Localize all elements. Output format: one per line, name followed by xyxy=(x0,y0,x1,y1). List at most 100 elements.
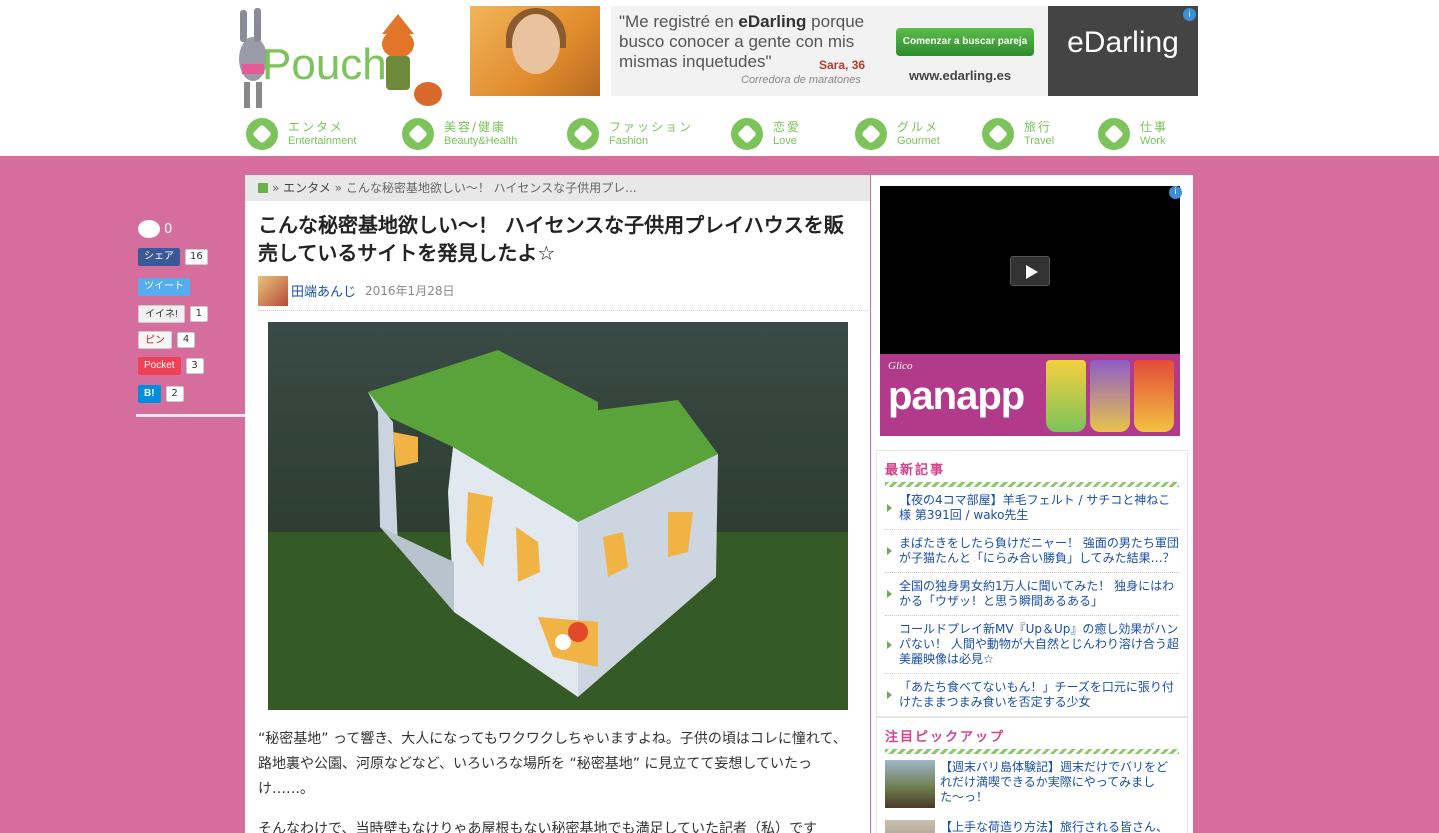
facebook-share-button[interactable]: シェア xyxy=(138,248,180,266)
article-title: こんな秘密基地欲しい〜！ ハイセンスな子供用プレイハウスを販売しているサイトを発… xyxy=(258,213,844,265)
article-link[interactable]: 「あたち食べてないもん！」チーズを口元に張り付けたままつまみ食いを否定する少女 xyxy=(899,680,1174,709)
section-title: 最新記事 xyxy=(885,463,946,478)
article-hero-image xyxy=(268,322,848,710)
ad-url[interactable]: www.edarling.es xyxy=(909,68,1011,83)
briefcase-icon xyxy=(1098,118,1130,150)
product-cup-image xyxy=(1046,360,1086,432)
pin-button[interactable]: ピン xyxy=(138,331,172,349)
nav-beauty-health[interactable]: 美容/健康 Beauty&Health xyxy=(402,116,517,152)
list-item[interactable]: 「あたち食べてないもん！」チーズを口元に張り付けたままつまみ食いを否定する少女 xyxy=(885,674,1179,716)
mixi-like[interactable]: イイネ! 1 xyxy=(138,305,208,323)
nav-label-jp: ファッション xyxy=(609,120,694,134)
article-link[interactable]: 【週末バリ島体験記】週末だけでバリをどれだけ満喫できるか実際にやってみました〜っ… xyxy=(940,760,1179,808)
hatena-button[interactable]: B! xyxy=(138,385,161,403)
hatena-bookmark[interactable]: B! 2 xyxy=(138,385,184,403)
breadcrumb-separator: » xyxy=(272,181,280,195)
latest-articles: 最新記事 【夜の4コマ部屋】羊毛フェルト / サチコと神ねこ様 第391回 / … xyxy=(876,450,1188,717)
twitter-share[interactable]: ツイート xyxy=(138,278,190,296)
globe-icon xyxy=(982,118,1014,150)
top-banner-ad[interactable]: "Me registré en eDarling porque busco co… xyxy=(470,6,1198,96)
article: » エンタメ » こんな秘密基地欲しい〜！ ハイセンスな子供用プレ... こんな… xyxy=(245,175,870,833)
nav-label-jp: 仕事 xyxy=(1140,120,1169,134)
shirt-icon xyxy=(567,118,599,150)
list-item[interactable]: まばたきをしたら負けだニャー！ 強面の男たち軍団が子猫たんと「にらみ合い勝負」し… xyxy=(885,530,1179,573)
ad-info-icon[interactable]: i xyxy=(1183,8,1196,21)
ad-person: Sara, 36 xyxy=(819,58,866,72)
nav-label-jp: 旅行 xyxy=(1024,120,1053,134)
nav-label-en: Gourmet xyxy=(897,135,940,147)
article-link[interactable]: 【夜の4コマ部屋】羊毛フェルト / サチコと神ねこ様 第391回 / wako先… xyxy=(899,493,1170,522)
breadcrumb-current: こんな秘密基地欲しい〜！ ハイセンスな子供用プレ... xyxy=(345,181,637,195)
comment-count[interactable]: 0 xyxy=(138,220,172,238)
nav-label-en: Travel xyxy=(1024,135,1055,147)
ad-banner[interactable]: Glico panapp xyxy=(880,354,1180,436)
home-icon[interactable] xyxy=(258,183,268,193)
product-cup-image xyxy=(1090,360,1130,432)
list-item[interactable]: 【週末バリ島体験記】週末だけでバリをどれだけ満喫できるか実際にやってみました〜っ… xyxy=(885,754,1179,814)
pickup-articles: 注目ピックアップ 【週末バリ島体験記】週末だけでバリをどれだけ満喫できるか実際に… xyxy=(876,717,1188,833)
share-count: 16 xyxy=(185,249,208,265)
pocket-button[interactable]: Pocket xyxy=(138,357,181,375)
play-button-icon[interactable] xyxy=(1010,256,1050,286)
logo-text: Pouch xyxy=(262,40,387,89)
product-cup-image xyxy=(1134,360,1174,432)
leaf-icon xyxy=(402,118,434,150)
author-avatar[interactable] xyxy=(258,275,288,306)
nav-label-jp: エンタメ xyxy=(288,120,344,134)
article-link[interactable]: コールドプレイ新MV『Up＆Up』の癒し効果がハンパない！ 人間や動物が大自然と… xyxy=(899,622,1179,666)
breadcrumb-category[interactable]: エンタメ xyxy=(283,175,331,201)
nav-fashion[interactable]: ファッション Fashion xyxy=(567,116,693,152)
ad-brand: panapp xyxy=(888,374,1025,418)
share-count: 4 xyxy=(177,332,195,348)
fork-knife-icon xyxy=(855,118,887,150)
comment-count-value: 0 xyxy=(164,221,173,237)
publish-date: 2016年1月28日 xyxy=(365,284,455,298)
ad-brand-logo[interactable]: eDarling xyxy=(1048,6,1198,96)
mixi-like-button[interactable]: イイネ! xyxy=(138,305,185,323)
nav-label-jp: 美容/健康 xyxy=(444,120,507,134)
category-nav: エンタメ Entertainment 美容/健康 Beauty&Health ファッ… xyxy=(246,116,1186,152)
share-count: 3 xyxy=(185,358,204,374)
nav-label-en: Fashion xyxy=(609,135,649,147)
heart-icon xyxy=(731,118,763,150)
nav-work[interactable]: 仕事 Work xyxy=(1098,116,1168,152)
nav-love[interactable]: 恋愛 Love xyxy=(731,116,801,152)
ad-info-icon[interactable]: i xyxy=(1169,186,1182,199)
tweet-button[interactable]: ツイート xyxy=(138,278,190,296)
pinterest-pin[interactable]: ピン 4 xyxy=(138,331,195,349)
pocket-save[interactable]: Pocket 3 xyxy=(138,357,204,375)
ad-cta-button[interactable]: Comenzar a buscar pareja xyxy=(896,28,1034,56)
site-header: Pouch "Me registré en eDarling porque bu… xyxy=(0,0,1439,156)
facebook-share[interactable]: シェア 16 xyxy=(138,248,208,266)
divider xyxy=(136,414,250,417)
thumbnail[interactable] xyxy=(885,820,935,833)
ad-brand-small: Glico xyxy=(888,360,913,372)
nav-travel[interactable]: 旅行 Travel xyxy=(982,116,1054,152)
ad-photo xyxy=(470,6,600,96)
list-item[interactable]: 【上手な荷造り方法】旅行される皆さん、 xyxy=(885,814,1179,833)
right-sidebar: i Glico panapp 最新記事 【夜の4コマ部屋】羊毛フェルト / サチ… xyxy=(871,175,1193,833)
article-link[interactable]: まばたきをしたら負けだニャー！ 強面の男たち軍団が子猫たんと「にらみ合い勝負」し… xyxy=(899,536,1179,565)
byline: 田端あんじ 2016年1月28日 xyxy=(258,275,868,311)
author-link[interactable]: 田端あんじ xyxy=(291,281,356,300)
video-ad[interactable]: i Glico panapp xyxy=(880,186,1182,436)
nav-label-jp: 恋愛 xyxy=(773,120,802,134)
nav-gourmet[interactable]: グルメ Gourmet xyxy=(855,116,940,152)
list-item[interactable]: 全国の独身男女約1万人に聞いてみた！ 独身にはわかる「ウザッ！と思う瞬間あるある… xyxy=(885,573,1179,616)
nav-label-en: Entertainment xyxy=(288,135,357,147)
nav-label-jp: グルメ xyxy=(897,120,940,134)
ad-person-role: Corredora de maratones xyxy=(741,74,861,86)
breadcrumb-separator: » xyxy=(334,181,342,195)
share-count: 2 xyxy=(165,386,184,402)
thumbnail[interactable] xyxy=(885,760,935,808)
article-paragraph: “秘密基地” って響き、大人になってもワクワクしちゃいますよね。子供の頃はコレに… xyxy=(258,731,847,797)
list-item[interactable]: 【夜の4コマ部屋】羊毛フェルト / サチコと神ねこ様 第391回 / wako先… xyxy=(885,487,1179,530)
star-icon xyxy=(246,118,278,150)
ad-body: "Me registré en eDarling porque busco co… xyxy=(611,6,1048,96)
article-link[interactable]: 全国の独身男女約1万人に聞いてみた！ 独身にはわかる「ウザッ！と思う瞬間あるある… xyxy=(899,579,1174,608)
nav-entertainment[interactable]: エンタメ Entertainment xyxy=(246,116,356,152)
article-link[interactable]: 【上手な荷造り方法】旅行される皆さん、 xyxy=(940,820,1168,833)
share-count: 1 xyxy=(189,306,208,322)
list-item[interactable]: コールドプレイ新MV『Up＆Up』の癒し効果がハンパない！ 人間や動物が大自然と… xyxy=(885,616,1179,674)
nav-label-en: Work xyxy=(1140,135,1166,147)
